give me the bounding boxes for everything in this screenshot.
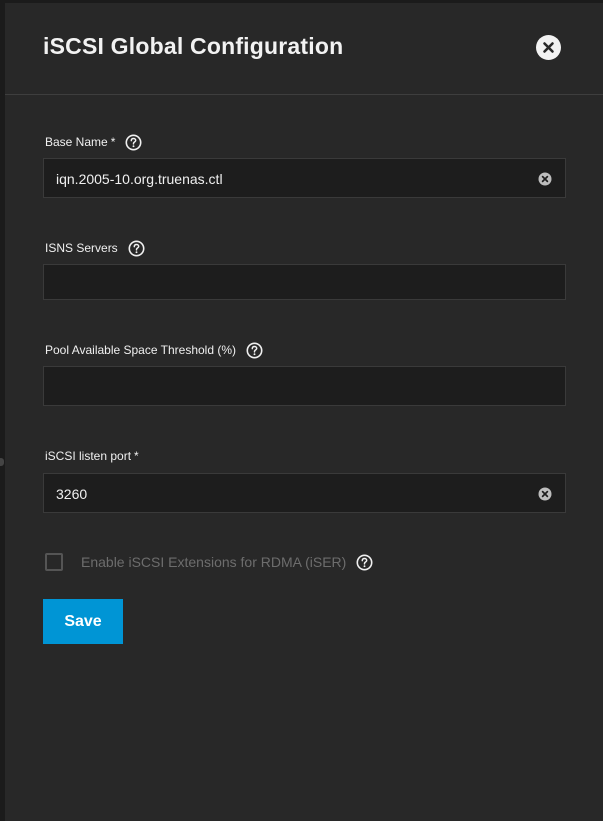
config-panel: iSCSI Global Configuration Base Name * i… [5,3,603,821]
listen-port-label-row: iSCSI listen port * [45,446,139,466]
base-name-input[interactable] [54,159,518,199]
isns-servers-field[interactable] [43,264,566,301]
required-marker: * [110,135,116,149]
isns-servers-label-row: ISNS Servers [45,238,145,258]
pool-threshold-field[interactable] [43,366,566,407]
dialog-title: iSCSI Global Configuration [43,33,344,59]
listen-port-label: iSCSI listen port [45,449,132,463]
help-icon[interactable] [128,240,145,257]
pool-threshold-label: Pool Available Space Threshold (%) [45,343,237,357]
base-name-field[interactable] [43,158,566,199]
iser-label-row: Enable iSCSI Extensions for RDMA (iSER) [81,552,373,572]
iser-checkbox[interactable] [45,553,63,571]
pool-threshold-input[interactable] [54,367,518,407]
clear-icon[interactable] [538,172,552,186]
close-button[interactable] [536,35,561,60]
clear-icon[interactable] [538,487,552,501]
help-icon[interactable] [356,554,373,571]
backdrop-edge-marker [0,458,4,466]
required-marker: * [134,449,139,463]
help-icon[interactable] [246,342,263,359]
isns-servers-input[interactable] [54,265,518,301]
save-button[interactable]: Save [43,599,123,644]
iser-label: Enable iSCSI Extensions for RDMA (iSER) [81,554,347,570]
base-name-label-row: Base Name * [45,132,142,152]
panel-header: iSCSI Global Configuration [5,3,603,95]
isns-servers-label: ISNS Servers [45,241,118,255]
help-icon[interactable] [125,134,142,151]
listen-port-input[interactable] [54,474,518,514]
close-circle-icon [543,42,554,53]
pool-threshold-label-row: Pool Available Space Threshold (%) [45,340,263,360]
base-name-label: Base Name [45,135,108,149]
listen-port-field[interactable] [43,473,566,514]
